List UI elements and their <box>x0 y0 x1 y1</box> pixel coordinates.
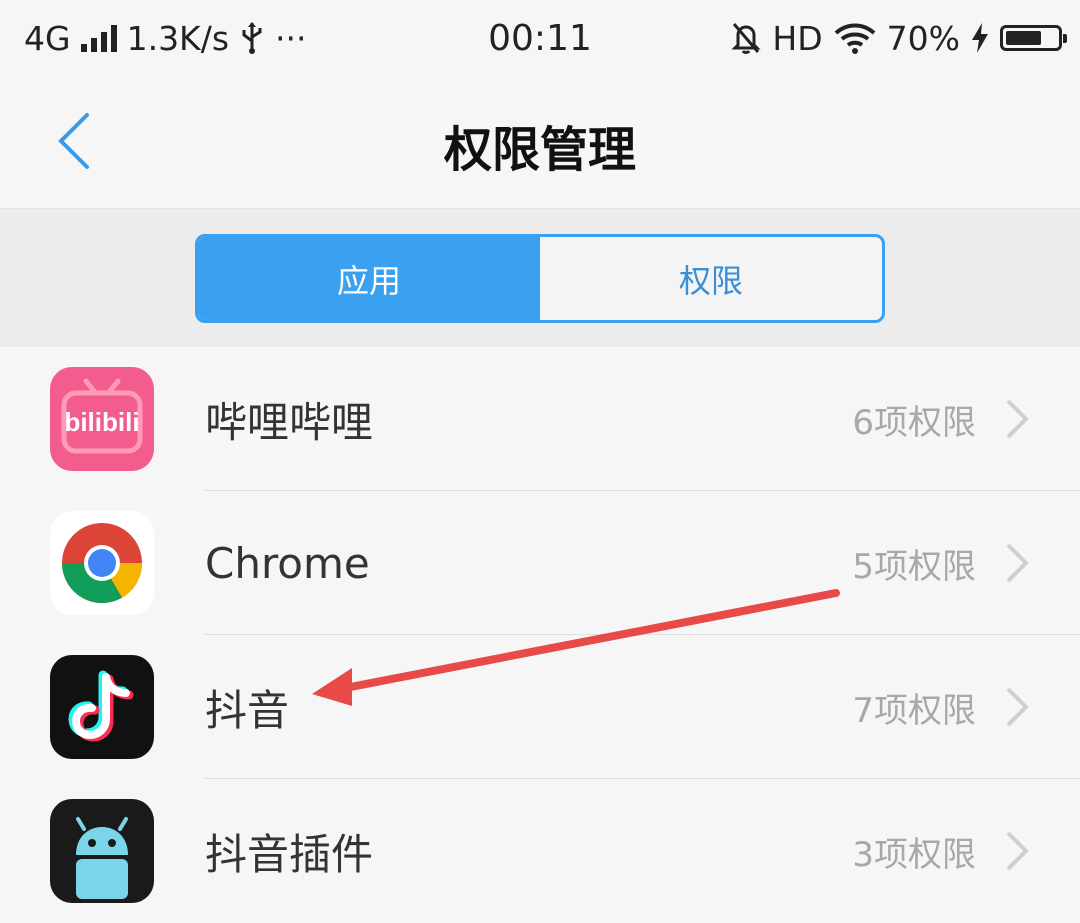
app-name: 抖音插件 <box>205 829 374 879</box>
chrome-icon <box>50 511 154 615</box>
app-name: 抖音 <box>205 685 290 735</box>
segmented-control: 应用 权限 <box>195 234 885 323</box>
tab-bar: 应用 权限 <box>0 209 1080 347</box>
list-item-bilibili[interactable]: bilibili 哔哩哔哩 6项权限 <box>0 347 1080 491</box>
status-bar: 4G 1.3K/s ··· 00:11 HD 70% <box>0 0 1080 76</box>
list-item-douyin[interactable]: 抖音 7项权限 <box>0 635 1080 779</box>
clock: 00:11 <box>488 17 592 59</box>
tab-permissions[interactable]: 权限 <box>540 237 882 320</box>
battery-fill <box>1006 31 1041 45</box>
app-list: bilibili 哔哩哔哩 6项权限 Chrome 5项权限 抖音 7项权限 抖… <box>0 347 1080 923</box>
permission-count: 6项权限 <box>852 402 976 443</box>
list-item-chrome[interactable]: Chrome 5项权限 <box>0 491 1080 635</box>
app-name: Chrome <box>205 538 370 588</box>
android-icon <box>50 799 154 903</box>
battery-icon <box>1000 25 1067 51</box>
app-header: 权限管理 <box>0 76 1080 209</box>
bilibili-icon: bilibili <box>50 367 154 471</box>
permission-count: 7项权限 <box>852 690 976 731</box>
svg-text:bilibili: bilibili <box>64 407 139 437</box>
tab-apps[interactable]: 应用 <box>198 237 540 320</box>
chevron-right-icon <box>1002 543 1032 583</box>
page-title: 权限管理 <box>443 122 636 178</box>
douyin-icon <box>50 655 154 759</box>
chevron-right-icon <box>1002 687 1032 727</box>
permission-count: 5项权限 <box>852 546 976 587</box>
chevron-right-icon <box>1002 831 1032 871</box>
app-name: 哔哩哔哩 <box>205 397 374 447</box>
list-item-douyin-plugin[interactable]: 抖音插件 3项权限 <box>0 779 1080 923</box>
chevron-right-icon <box>1002 399 1032 439</box>
permission-count: 3项权限 <box>852 834 976 875</box>
